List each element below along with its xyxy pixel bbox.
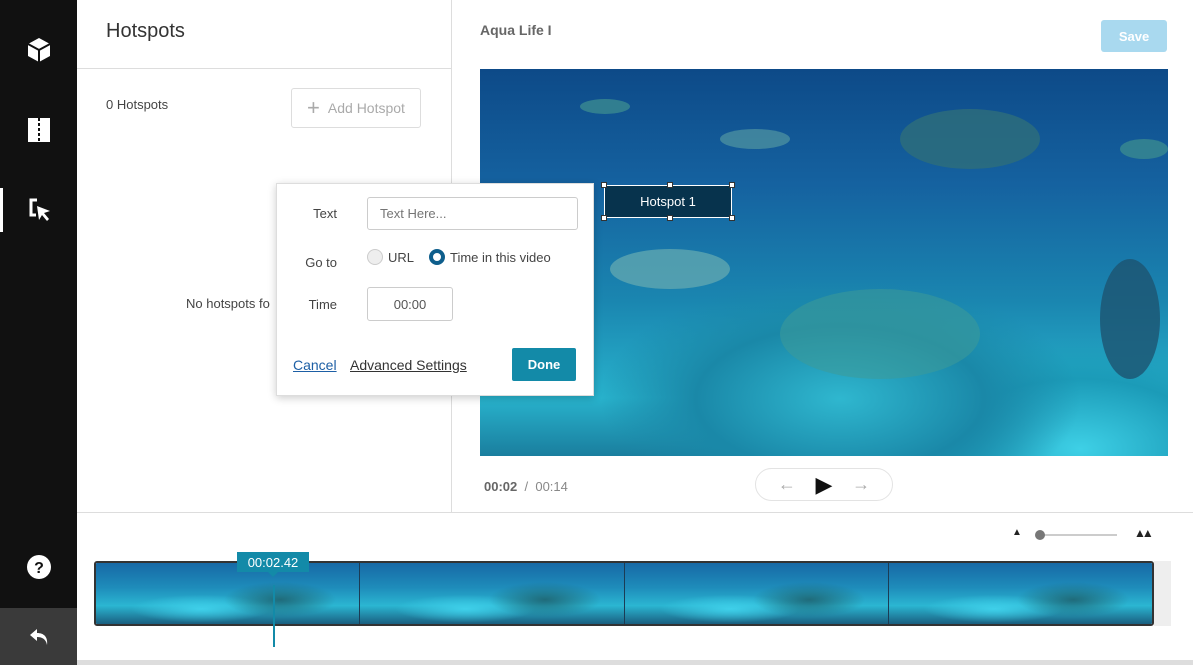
plus-icon: + — [307, 95, 320, 120]
arrow-left-icon[interactable]: ← — [778, 474, 796, 495]
hotspot-editor-popup: Text Go to URL Time in this video Time C… — [276, 183, 594, 396]
cancel-link[interactable]: Cancel — [293, 357, 337, 373]
thumbnail — [624, 563, 889, 624]
slider-track[interactable] — [1040, 534, 1117, 536]
advanced-settings-link[interactable]: Advanced Settings — [350, 357, 467, 373]
radio-circle-selected — [429, 249, 445, 265]
divider — [77, 512, 1193, 513]
resize-handle[interactable] — [729, 215, 735, 221]
time-display: 00:02 / 00:14 — [484, 479, 568, 494]
timeline-scroll — [1154, 561, 1171, 626]
total-time: 00:14 — [535, 479, 568, 494]
save-button[interactable]: Save — [1101, 20, 1167, 52]
time-radio[interactable]: Time in this video — [429, 249, 551, 265]
empty-message: No hotspots fo — [186, 296, 270, 311]
playhead[interactable] — [273, 585, 275, 647]
thumbnail — [360, 563, 625, 624]
text-label: Text — [313, 206, 337, 221]
url-label: URL — [388, 249, 415, 265]
hotspot-count: 0 Hotspots — [106, 97, 169, 112]
resize-handle[interactable] — [601, 182, 607, 188]
hotspot-cursor-icon[interactable] — [0, 188, 77, 232]
panel-title: Hotspots — [77, 0, 451, 69]
time-option-label: Time in this video — [450, 249, 551, 265]
split-icon[interactable] — [0, 108, 77, 152]
resize-handle[interactable] — [601, 215, 607, 221]
thumbnail — [96, 563, 361, 624]
sidebar: ? — [0, 0, 77, 665]
arrow-right-icon[interactable]: → — [852, 474, 870, 495]
time-label: Time — [308, 297, 337, 312]
timeline-zoom-slider[interactable]: ▲ ▲▲ — [1012, 526, 1157, 543]
radio-circle — [367, 249, 383, 265]
resize-handle[interactable] — [729, 182, 735, 188]
undo-icon[interactable] — [0, 608, 77, 665]
help-icon[interactable]: ? — [0, 545, 77, 589]
play-icon[interactable]: ▶ — [816, 472, 833, 498]
add-hotspot-label: Add Hotspot — [327, 100, 405, 116]
slider-knob[interactable] — [1035, 530, 1045, 540]
time-input[interactable] — [367, 287, 453, 321]
cube-icon[interactable] — [0, 28, 77, 72]
bottom-bar — [77, 660, 1193, 665]
playhead-time[interactable]: 00:02.42 — [237, 552, 309, 577]
playback-controls: ← ▶ → — [755, 468, 893, 501]
text-input[interactable] — [367, 197, 578, 230]
url-radio[interactable]: URL — [367, 249, 414, 265]
video-title: Aqua Life I — [480, 22, 552, 38]
svg-text:?: ? — [34, 560, 44, 577]
thumbnail — [888, 563, 1152, 624]
resize-handle[interactable] — [667, 182, 673, 188]
time-separator: / — [524, 479, 529, 494]
add-hotspot-button[interactable]: + Add Hotspot — [291, 88, 421, 128]
goto-label: Go to — [305, 255, 337, 270]
zoom-out-icon[interactable]: ▲ — [1012, 527, 1022, 538]
zoom-in-icon[interactable]: ▲▲ — [1134, 526, 1154, 540]
done-button[interactable]: Done — [512, 348, 576, 381]
resize-handle[interactable] — [667, 215, 673, 221]
hotspot-box[interactable]: Hotspot 1 — [604, 185, 732, 218]
current-time: 00:02 — [484, 479, 518, 494]
